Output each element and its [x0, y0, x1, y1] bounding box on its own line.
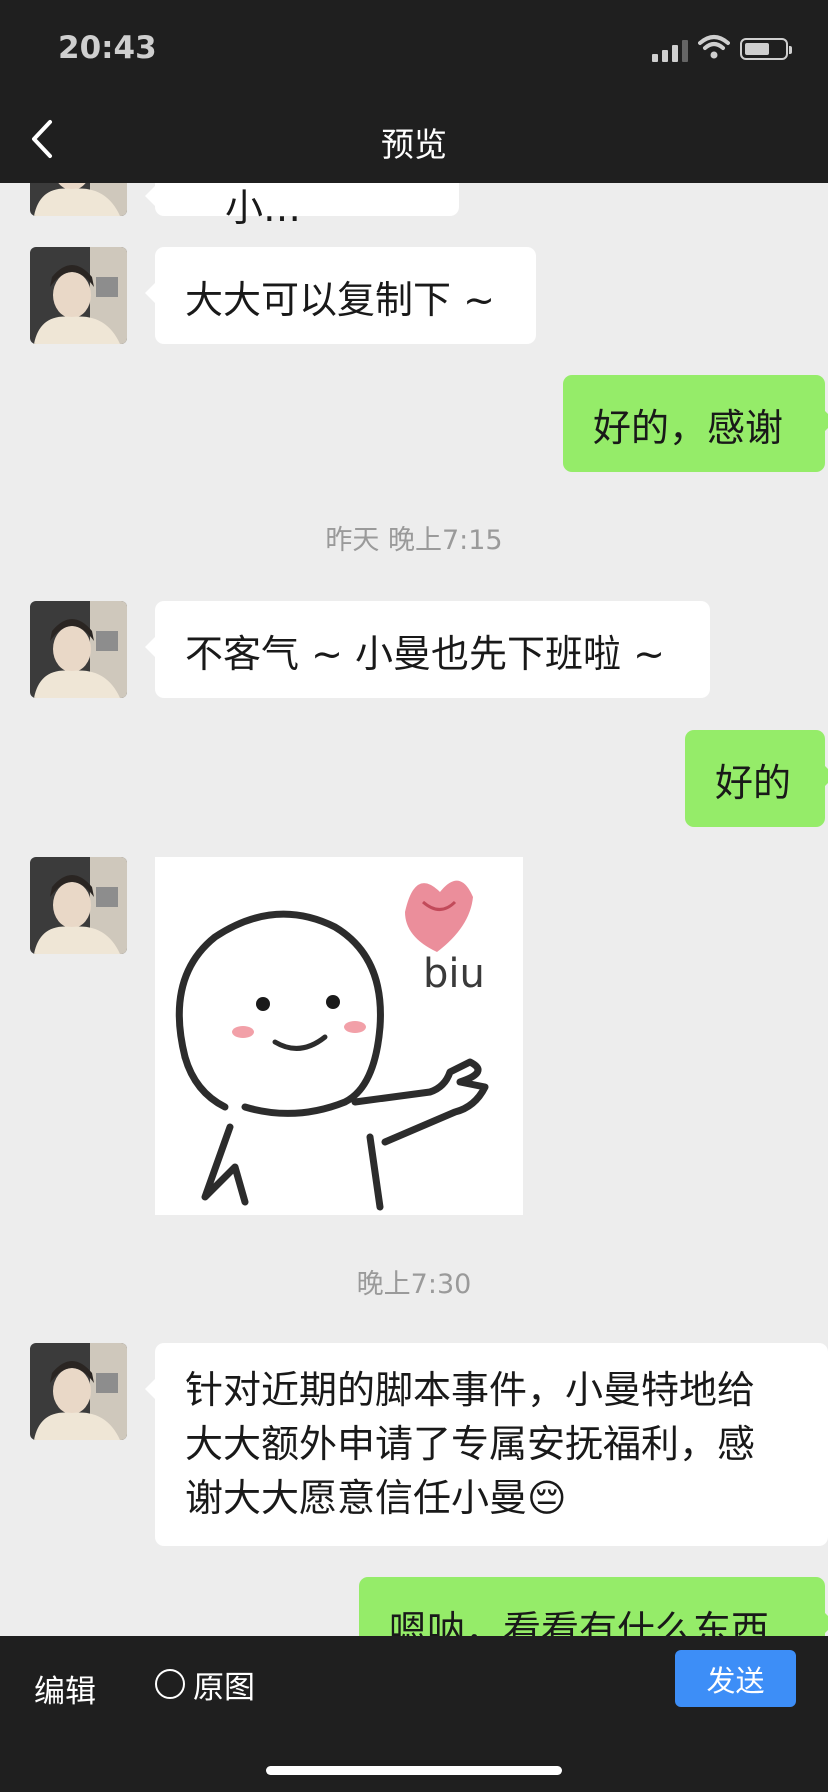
message-text: 好的	[715, 761, 792, 805]
wifi-icon	[698, 35, 730, 59]
edit-button[interactable]: 编辑	[34, 1666, 96, 1711]
status-time: 20:43	[58, 30, 157, 66]
cellular-signal-icon	[652, 40, 688, 62]
contact-avatar[interactable]	[30, 601, 127, 698]
message-text: 大大可以复制下 ~	[185, 278, 495, 322]
bottom-toolbar: 编辑 原图 发送	[0, 1636, 828, 1792]
message-bubble-incoming[interactable]: 大大可以复制下 ~	[145, 247, 536, 344]
message-text: 不客气 ~ 小曼也先下班啦 ~	[185, 632, 665, 676]
contact-avatar[interactable]	[30, 247, 127, 344]
home-indicator[interactable]	[266, 1766, 562, 1775]
message-bubble-incoming[interactable]: 不客气 ~ 小曼也先下班啦 ~	[145, 601, 710, 698]
sticker-image[interactable]: biu	[155, 857, 523, 1215]
timestamp: 晚上7:30	[356, 1269, 472, 1300]
message-bubble-outgoing[interactable]: 好的	[685, 730, 828, 827]
top-bar: 20:43 预览	[0, 0, 828, 183]
message-bubble-outgoing[interactable]: 好的，感谢	[563, 375, 828, 472]
message-text-line: 针对近期的脚本事件，小曼特地给	[185, 1368, 756, 1412]
message-text-line: 大大额外申请了专属安抚福利，感	[185, 1422, 756, 1466]
chat-area[interactable]: …和这们的小… 大大可以复制下 ~ 好的，感谢 昨天 晚上7:15 不客气 ~ …	[0, 0, 828, 1636]
contact-avatar[interactable]	[30, 1343, 127, 1440]
original-image-label: 原图	[193, 1669, 255, 1706]
send-button[interactable]: 发送	[675, 1650, 796, 1707]
original-image-toggle[interactable]: 原图	[155, 1662, 255, 1706]
contact-avatar[interactable]	[30, 857, 127, 954]
message-text: 嗯呐，看看有什么东西	[389, 1608, 770, 1636]
sticker-caption: biu	[423, 951, 485, 997]
message-text-line: 谢大大愿意信任小曼😔	[185, 1476, 567, 1520]
message-text: 好的，感谢	[593, 406, 784, 450]
message-bubble-incoming[interactable]: 针对近期的脚本事件，小曼特地给 大大额外申请了专属安抚福利，感 谢大大愿意信任小…	[145, 1343, 828, 1546]
page-title: 预览	[381, 125, 447, 164]
message-bubble-outgoing[interactable]: 嗯呐，看看有什么东西	[359, 1577, 828, 1636]
timestamp: 昨天 晚上7:15	[325, 525, 503, 556]
battery-icon	[740, 38, 792, 60]
radio-icon[interactable]	[155, 1669, 185, 1699]
